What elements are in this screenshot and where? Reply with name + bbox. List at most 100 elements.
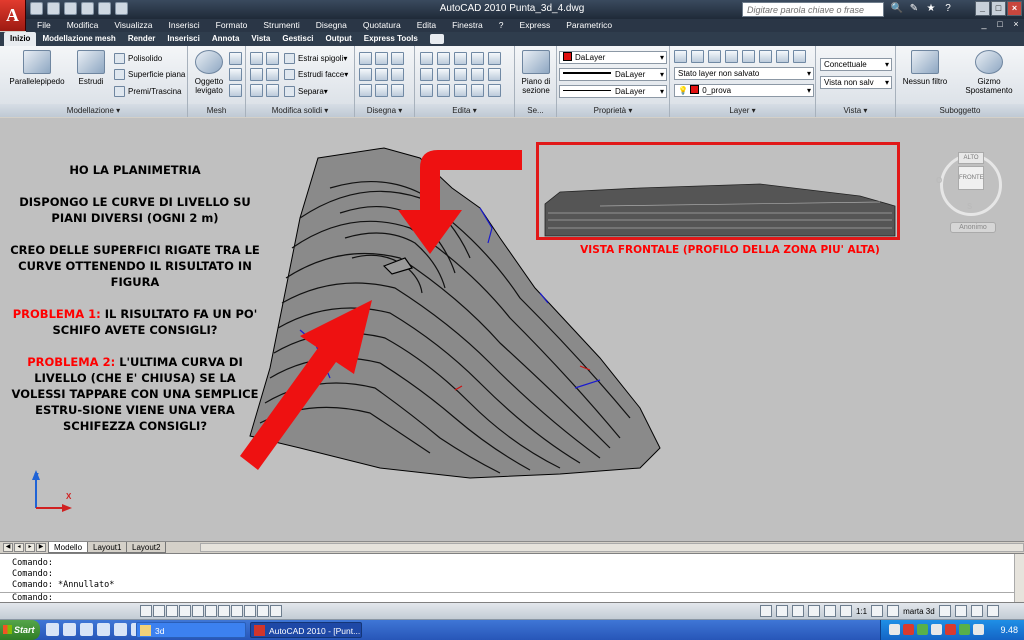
close-button[interactable]: × — [1007, 1, 1022, 16]
3d-rotate-icon[interactable] — [471, 84, 484, 97]
named-view-dropdown[interactable]: Vista non salv — [820, 76, 892, 89]
viewcube-south[interactable]: S — [967, 202, 972, 211]
tab-modello[interactable]: Modello — [48, 542, 89, 553]
slice-icon[interactable] — [266, 68, 279, 81]
snap-toggle-icon[interactable] — [140, 605, 152, 617]
ortho-toggle-icon[interactable] — [166, 605, 178, 617]
isolate-objects-icon[interactable] — [970, 605, 983, 617]
qp-toggle-icon[interactable] — [270, 605, 282, 617]
showmotion-icon[interactable] — [840, 605, 852, 617]
superficie-piana-button[interactable]: Superficie piana — [114, 69, 185, 80]
oggetto-levigato-button[interactable]: Oggetto levigato — [190, 50, 228, 95]
application-menu-button[interactable]: A — [0, 0, 26, 31]
premi-trascina-button[interactable]: Premi/Trascina — [114, 86, 182, 97]
viewcube-ucs-menu[interactable]: Anonimo — [950, 222, 996, 233]
update-icon[interactable] — [945, 624, 956, 635]
tab-layout2[interactable]: Layout2 — [126, 542, 167, 553]
menu-modifica[interactable]: Modifica — [56, 19, 104, 32]
polygon-icon[interactable] — [359, 84, 372, 97]
layer-lock-icon[interactable] — [742, 50, 755, 63]
menu-express[interactable]: Express — [509, 19, 556, 32]
align-icon[interactable] — [454, 84, 467, 97]
polar-toggle-icon[interactable] — [179, 605, 191, 617]
tab-render[interactable]: Render — [122, 32, 162, 46]
doc-restore-button[interactable]: □ — [994, 19, 1006, 30]
viewcube-front-face[interactable]: FRONTE — [958, 166, 984, 190]
menu-finestra[interactable]: Finestra — [441, 19, 488, 32]
doc-minimize-button[interactable]: _ — [978, 19, 990, 30]
layer-freeze-icon[interactable] — [725, 50, 738, 63]
layer-previous-icon[interactable] — [776, 50, 789, 63]
last-layout-icon[interactable]: ▶ — [36, 543, 46, 552]
menu-help[interactable]: ? — [488, 19, 509, 32]
panel-title-sezione[interactable]: Se... — [515, 104, 556, 117]
3d-osnap-toggle-icon[interactable] — [205, 605, 217, 617]
panel-title-disegna[interactable]: Disegna ▾ — [355, 104, 414, 117]
gizmo-button[interactable]: Gizmo Spostamento — [954, 50, 1024, 95]
viewcube-top-face[interactable]: ALTO — [958, 152, 984, 164]
mesh-refine-icon[interactable] — [229, 84, 242, 97]
menu-file[interactable]: File — [26, 19, 56, 32]
copy-icon[interactable] — [420, 68, 433, 81]
panel-title-vista[interactable]: Vista ▾ — [816, 104, 895, 117]
layer-match-icon[interactable] — [759, 50, 772, 63]
horizontal-scrollbar[interactable] — [200, 543, 1024, 552]
layer-properties-icon[interactable] — [674, 50, 687, 63]
estrudi-facce-button[interactable]: Estrudi facce ▾ — [284, 69, 348, 80]
search-icon[interactable]: 🔍 — [890, 2, 904, 16]
layer-walk-icon[interactable] — [793, 50, 806, 63]
panel-title-suboggetto[interactable]: Suboggetto — [896, 104, 1024, 117]
doc-close-button[interactable]: × — [1010, 19, 1022, 30]
menu-quotatura[interactable]: Quotatura — [352, 19, 406, 32]
task-autocad[interactable]: AutoCAD 2010 - [Punt... — [250, 622, 362, 638]
clean-screen-icon[interactable] — [986, 605, 999, 617]
erase-icon[interactable] — [437, 84, 450, 97]
lwt-toggle-icon[interactable] — [257, 605, 269, 617]
panel-title-modifica-solidi[interactable]: Modifica solidi ▾ — [246, 104, 354, 117]
explorer-icon[interactable] — [80, 623, 93, 636]
menu-visualizza[interactable]: Visualizza — [103, 19, 157, 32]
circle-icon[interactable] — [391, 52, 404, 65]
thicken-icon[interactable] — [266, 84, 279, 97]
panel-title-edita[interactable]: Edita ▾ — [415, 104, 514, 117]
panel-title-layer[interactable]: Layer ▾ — [670, 104, 815, 117]
maximize-button[interactable]: □ — [991, 1, 1006, 16]
linetype-dropdown[interactable]: DaLayer — [559, 68, 667, 81]
menu-inserisci[interactable]: Inserisci — [157, 19, 204, 32]
menu-parametrico[interactable]: Parametrico — [555, 19, 617, 32]
favorites-icon[interactable]: ★ — [924, 2, 938, 16]
visual-style-dropdown[interactable]: Concettuale — [820, 58, 892, 71]
osnap-toggle-icon[interactable] — [192, 605, 204, 617]
annotation-scale[interactable]: 1:1 — [856, 607, 867, 616]
menu-edita[interactable]: Edita — [406, 19, 441, 32]
arc-icon[interactable] — [359, 68, 372, 81]
rotate-icon[interactable] — [437, 52, 450, 65]
outlook-icon[interactable] — [63, 623, 76, 636]
line-icon[interactable] — [359, 52, 372, 65]
tab-modellazione-mesh[interactable]: Modellazione mesh — [36, 32, 121, 46]
volume-icon[interactable] — [931, 624, 942, 635]
ducs-toggle-icon[interactable] — [231, 605, 243, 617]
show-desktop-icon[interactable] — [46, 623, 59, 636]
tab-express-tools[interactable]: Express Tools — [358, 32, 424, 46]
move-icon[interactable] — [454, 52, 467, 65]
auto-scale-icon[interactable] — [887, 605, 900, 617]
current-layer-dropdown[interactable]: 💡 0_prova — [674, 84, 814, 97]
menu-formato[interactable]: Formato — [205, 19, 253, 32]
viewcube-west[interactable]: O — [936, 176, 942, 185]
media-icon[interactable] — [114, 623, 127, 636]
layer-off-icon[interactable] — [708, 50, 721, 63]
prev-layout-icon[interactable]: ◂ — [14, 543, 24, 552]
tab-inizio[interactable]: Inizio — [4, 32, 37, 46]
rectangle-icon[interactable] — [375, 84, 388, 97]
fillet-icon[interactable] — [471, 68, 484, 81]
array-icon[interactable] — [488, 68, 501, 81]
3d-move-icon[interactable] — [488, 84, 501, 97]
dyn-toggle-icon[interactable] — [244, 605, 256, 617]
safely-remove-icon[interactable] — [959, 624, 970, 635]
polisolido-button[interactable]: Polisolido — [114, 53, 162, 64]
hardware-acceleration-icon[interactable] — [954, 605, 967, 617]
display-icon[interactable] — [973, 624, 984, 635]
first-layout-icon[interactable]: ◀ — [3, 543, 13, 552]
command-scrollbar[interactable] — [1014, 554, 1024, 602]
